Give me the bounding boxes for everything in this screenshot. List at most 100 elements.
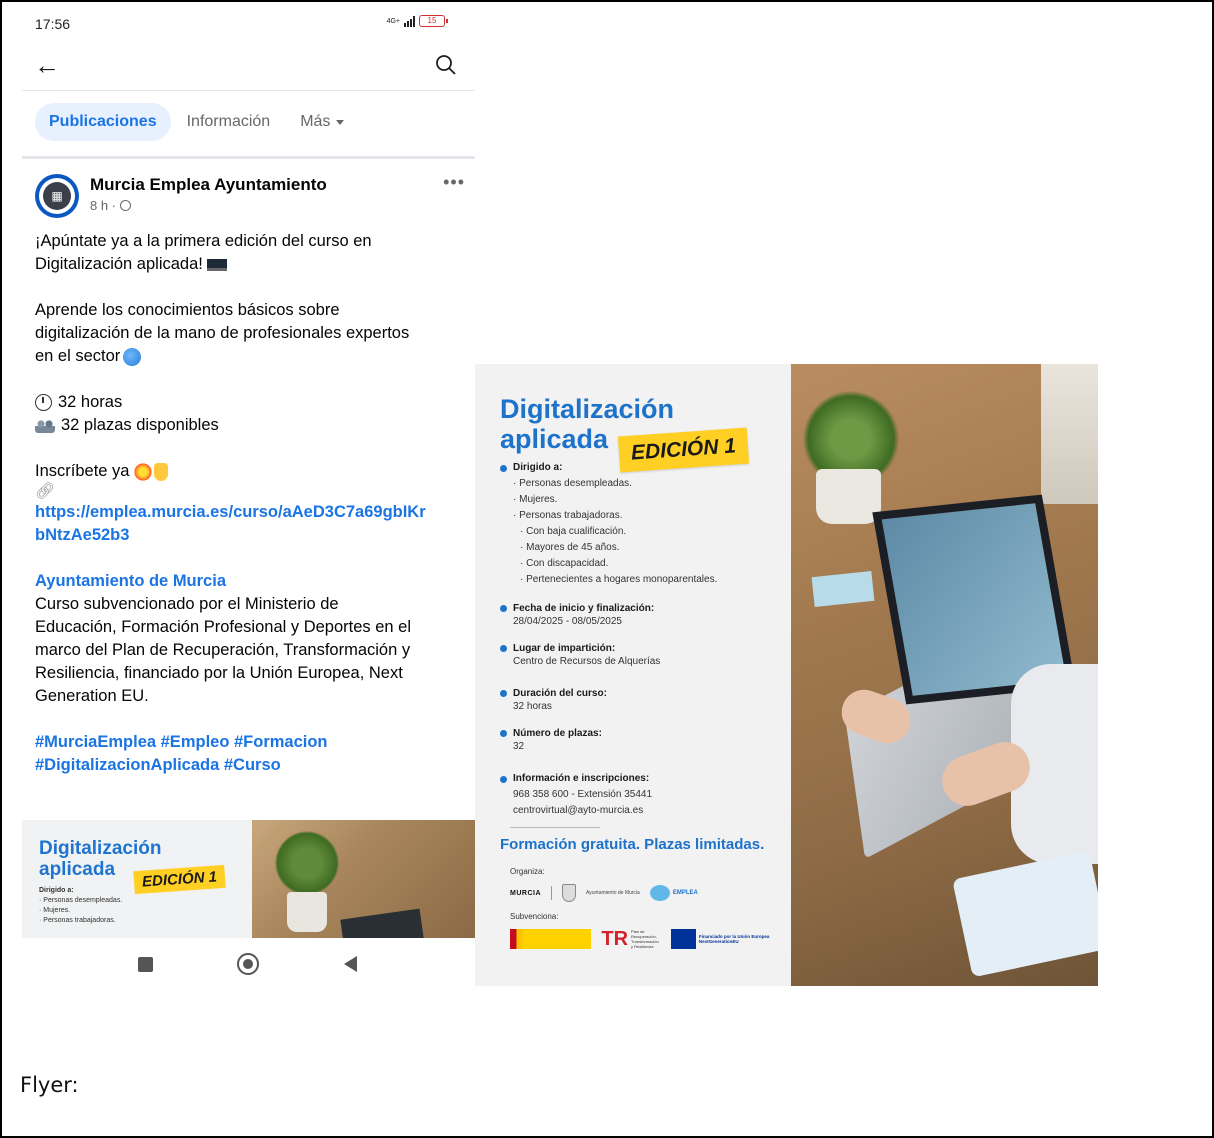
- course-link[interactable]: https://emplea.murcia.es/curso/aAeD3C7a6…: [35, 501, 463, 524]
- tab-mas[interactable]: Más: [286, 103, 356, 141]
- audience-item: · Con baja cualificación.: [520, 526, 627, 537]
- section-head: Dirigido a:: [513, 462, 563, 473]
- point-down-icon: [154, 462, 169, 481]
- section-value: Centro de Recursos de Alquerías: [513, 656, 661, 667]
- building-icon: ▦: [43, 182, 71, 210]
- flyer-title: Digitalización: [500, 394, 675, 424]
- dates-section: Fecha de inicio y finalización: 28/04/20…: [500, 602, 791, 628]
- globe-icon: [123, 347, 142, 366]
- link-icon: 🔗︎: [35, 483, 56, 500]
- contact-email: centrovirtual@ayto-murcia.es: [513, 805, 644, 816]
- post-image-preview[interactable]: Digitalización aplicada EDICIÓN 1 Dirigi…: [22, 820, 475, 938]
- people-icon: [35, 418, 55, 433]
- tab-publicaciones[interactable]: Publicaciones: [35, 103, 171, 141]
- battery-icon: 15: [419, 15, 448, 27]
- audience-item: · Personas trabajadoras.: [513, 510, 623, 521]
- back-triangle-icon[interactable]: [344, 956, 357, 972]
- emplea-mark-icon: [649, 885, 670, 901]
- audience-section: Dirigido a: · Personas desempleadas. · M…: [500, 460, 791, 588]
- gobierno-espana-logo: [510, 929, 592, 949]
- post-text: ¡Apúntate ya a la primera edición del cu…: [35, 232, 372, 250]
- preview-photo: [252, 820, 475, 938]
- android-nav-bar: [22, 938, 475, 990]
- globe-icon: [120, 200, 132, 211]
- eu-logo: Financiado por la Unión Europea NextGene…: [671, 929, 791, 949]
- preview-item: · Personas trabajadoras.: [39, 917, 116, 924]
- audience-item: · Mayores de 45 años.: [520, 542, 620, 553]
- post-text: Generation EU.: [35, 687, 149, 705]
- page-mention[interactable]: Ayuntamiento de Murcia: [35, 570, 463, 593]
- audience-item: · Con discapacidad.: [520, 558, 609, 569]
- section-head: Número de plazas:: [513, 728, 602, 739]
- flyer-caption: Flyer:: [20, 1073, 79, 1097]
- flyer-text-panel: Digitalización aplicada EDICIÓN 1 Dirigi…: [475, 364, 791, 986]
- divider: [22, 90, 475, 91]
- section-head: Duración del curso:: [513, 688, 607, 699]
- contact-section: Información e inscripciones: 968 358 600…: [500, 771, 791, 819]
- signal-icon: [404, 15, 415, 27]
- network-label: 4G+: [386, 17, 400, 25]
- post-body: ¡Apúntate ya a la primera edición del cu…: [35, 230, 463, 800]
- section-head: Fecha de inicio y finalización:: [513, 603, 655, 614]
- section-value: 32 horas: [513, 701, 552, 712]
- search-icon[interactable]: [435, 54, 457, 76]
- status-time: 17:56: [35, 16, 71, 32]
- course-link-cont[interactable]: bNtzAe52b3: [35, 524, 463, 547]
- avatar[interactable]: ▦: [35, 174, 79, 218]
- status-icons: 4G+ 15: [386, 15, 448, 27]
- post-text: Educación, Formación Profesional y Depor…: [35, 618, 412, 636]
- bullet-icon: [500, 730, 507, 737]
- seats-section: Número de plazas: 32: [500, 727, 791, 753]
- post-header: ▦ Murcia Emplea Ayuntamiento 8 h · •••: [35, 172, 465, 222]
- preview-item: · Personas desempleadas.: [39, 897, 123, 904]
- flyer-image: Digitalización aplicada EDICIÓN 1 Dirigi…: [475, 364, 1098, 986]
- flyer-photo: [791, 364, 1098, 986]
- preview-text-panel: Digitalización aplicada EDICIÓN 1 Dirigi…: [22, 820, 252, 938]
- free-course-banner: Formación gratuita. Plazas limitadas.: [500, 836, 765, 853]
- more-options-icon[interactable]: •••: [443, 172, 465, 193]
- audience-item: · Personas desempleadas.: [513, 478, 632, 489]
- post-text: Aprende los conocimientos básicos sobre: [35, 301, 340, 319]
- bullet-icon: [500, 775, 507, 783]
- hashtags[interactable]: #MurciaEmplea #Empleo #Formacion: [35, 731, 463, 754]
- caret-down-icon: [336, 119, 345, 125]
- places-text: 32 plazas disponibles: [61, 416, 219, 434]
- divider: [22, 156, 475, 159]
- recents-icon[interactable]: [138, 957, 153, 972]
- battery-level: 15: [427, 16, 437, 25]
- post-text: Digitalización aplicada!: [35, 255, 203, 273]
- page-name[interactable]: Murcia Emplea Ayuntamiento: [90, 175, 327, 195]
- funding-logos: TR Plan de Recuperación, Transformación …: [510, 929, 791, 949]
- hashtags[interactable]: #DigitalizacionAplicada #Curso: [35, 754, 463, 777]
- post-text: en el sector: [35, 347, 121, 365]
- eu-flag-icon: [671, 929, 696, 949]
- prtr-logo: TR Plan de Recuperación, Transformación …: [601, 929, 661, 949]
- eu-logo-text: Financiado por la Unión Europea NextGene…: [698, 934, 770, 944]
- post-text: digitalización de la mano de profesional…: [35, 324, 410, 342]
- post-text: Curso subvencionado por el Ministerio de: [35, 595, 339, 613]
- home-icon[interactable]: [237, 953, 259, 975]
- murcia-logo: MURCIA: [510, 889, 541, 897]
- ayuntamiento-shield-icon: [562, 884, 576, 902]
- section-value: 32: [513, 741, 525, 752]
- subvenciona-label: Subvenciona:: [510, 912, 559, 921]
- audience-item: · Pertenecientes a hogares monoparentale…: [520, 574, 718, 585]
- organiza-label: Organiza:: [510, 867, 545, 876]
- divider: [510, 827, 600, 828]
- emplea-logo-text: EMPLEA: [672, 890, 698, 896]
- ayuntamiento-logo: Ayuntamiento de Murcia: [586, 890, 640, 896]
- back-arrow-icon[interactable]: ←: [34, 52, 60, 78]
- tab-informacion[interactable]: Información: [175, 103, 283, 141]
- bullet-icon: [500, 464, 507, 472]
- status-bar: 17:56 4G+ 15: [22, 6, 475, 42]
- prtr-mark-icon: TR: [601, 928, 629, 950]
- bullet-icon: [500, 690, 507, 697]
- section-value: 28/04/2025 - 08/05/2025: [513, 616, 622, 627]
- clock-icon: [35, 394, 52, 412]
- section-head: Información e inscripciones:: [513, 773, 650, 784]
- contact-phone: 968 358 600 - Extensión 35441: [513, 789, 652, 800]
- bullet-icon: [500, 645, 507, 652]
- phone-screenshot: 17:56 4G+ 15 ← Publicaciones Información…: [22, 6, 475, 991]
- profile-tabs: Publicaciones Información Más: [35, 102, 475, 142]
- organizer-logos: MURCIA Ayuntamiento de Murcia EMPLEA: [510, 884, 791, 902]
